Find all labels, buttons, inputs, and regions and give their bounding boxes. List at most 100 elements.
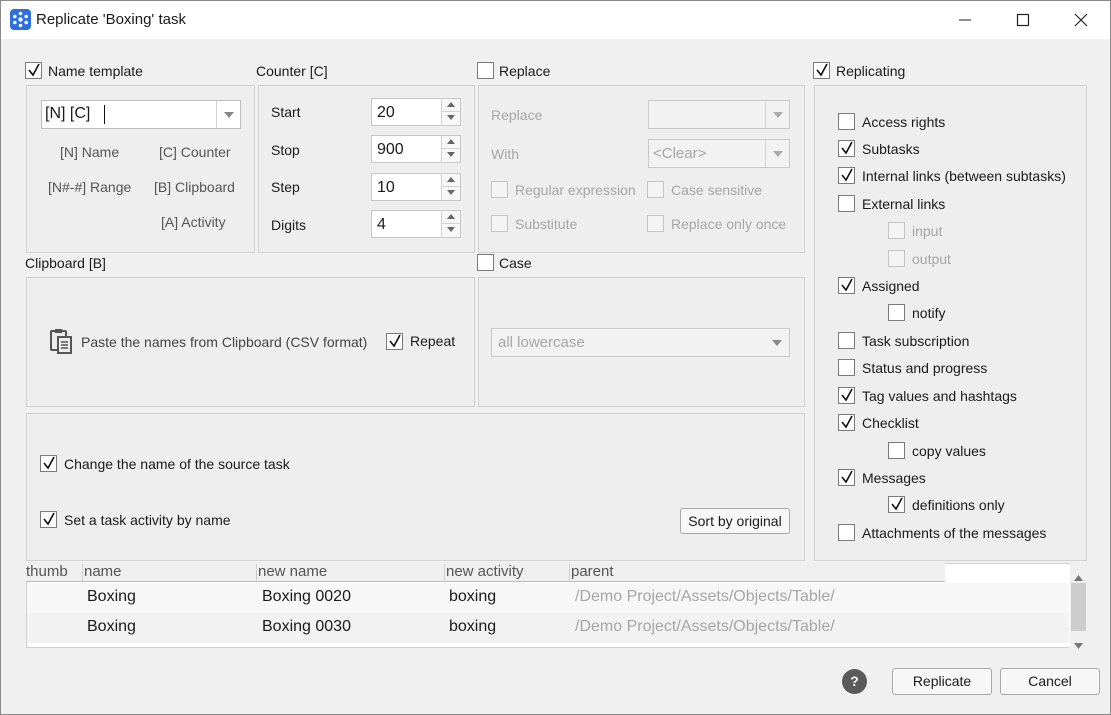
step-spinbox[interactable]: 10 [371,173,461,201]
column-header-new-name[interactable]: new name [258,563,327,582]
paste-clipboard-link[interactable]: Paste the names from Clipboard (CSV form… [81,334,367,350]
replace-dropdown[interactable] [765,101,789,128]
token-range[interactable]: [N#-#] Range [48,179,131,195]
replicating-item-checkbox[interactable] [838,469,855,486]
digits-value: 4 [377,216,386,233]
replicating-item-checkbox[interactable] [888,250,905,267]
scroll-up-icon[interactable] [1074,568,1083,584]
digits-spinbox[interactable]: 4 [371,210,461,238]
replicating-item-checkbox[interactable] [838,332,855,349]
replicating-item-checkbox[interactable] [888,304,905,321]
step-label: Step [271,179,300,195]
replicating-item-checkbox[interactable] [838,277,855,294]
start-spinbox[interactable]: 20 [371,98,461,126]
set-activity-checkbox[interactable] [40,511,57,528]
case-dropdown[interactable] [765,329,789,356]
replicating-item-checkbox[interactable] [838,359,855,376]
checkmark-icon [841,388,853,402]
replace-combo[interactable] [648,100,790,129]
replicating-item-checkbox[interactable] [888,222,905,239]
name-template-combo[interactable]: [N] [C] [41,100,241,129]
cancel-button[interactable]: Cancel [1000,668,1100,695]
name-template-checkbox[interactable] [25,62,42,79]
regex-checkbox[interactable] [491,181,508,198]
stop-increment[interactable] [442,136,460,149]
column-header-thumb[interactable]: thumb [26,563,68,582]
replicating-item-checkbox[interactable] [888,496,905,513]
table-row[interactable] [27,583,1069,613]
column-divider[interactable] [256,564,257,582]
chevron-down-icon [447,115,455,120]
with-combo[interactable]: <Clear> [648,139,790,168]
change-name-checkbox[interactable] [40,455,57,472]
repeat-checkbox[interactable] [386,333,403,350]
replicating-item-checkbox[interactable] [838,524,855,541]
digits-decrement[interactable] [442,224,460,237]
row-parent: /Demo Project/Assets/Objects/Table/ [575,618,835,635]
name-template-panel: [N] [C] [N] Name [C] Counter [N#-#] Rang… [26,85,255,253]
column-divider[interactable] [569,564,570,582]
token-counter[interactable]: [C] Counter [159,144,231,160]
stop-spinbox[interactable]: 900 [371,135,461,163]
replicating-item-checkbox[interactable] [838,195,855,212]
column-header-name[interactable]: name [84,563,122,582]
replicating-item-checkbox[interactable] [838,387,855,404]
minimize-button[interactable] [936,1,994,39]
table-scrollbar[interactable] [1070,563,1087,649]
text-cursor [104,105,105,124]
replace-once-checkbox[interactable] [647,215,664,232]
row-new-name: Boxing 0020 [262,588,351,605]
step-increment[interactable] [442,174,460,187]
sort-by-original-button[interactable]: Sort by original [680,508,790,534]
step-decrement[interactable] [442,187,460,200]
stop-label: Stop [271,142,300,158]
options-panel: Change the name of the source task Set a… [26,413,805,561]
replicating-item-label: Access rights [862,114,946,130]
digits-increment[interactable] [442,211,460,224]
token-name[interactable]: [N] Name [60,144,119,160]
replicating-item-checkbox[interactable] [838,167,855,184]
replicate-button[interactable]: Replicate [892,668,992,695]
checkmark-icon [891,497,903,511]
close-icon [1074,13,1088,27]
replicating-item-checkbox[interactable] [838,113,855,130]
replicating-item-label: definitions only [912,497,1005,513]
substitute-checkbox[interactable] [491,215,508,232]
token-clipboard[interactable]: [B] Clipboard [154,179,235,195]
replicating-item-label: notify [912,305,946,321]
with-dropdown[interactable] [765,140,789,167]
replace-once-label: Replace only once [671,216,787,232]
case-combo[interactable]: all lowercase [491,328,790,357]
stop-value: 900 [377,141,404,158]
column-divider[interactable] [82,564,83,582]
replicating-item-checkbox[interactable] [888,442,905,459]
case-checkbox[interactable] [477,254,494,271]
stop-decrement[interactable] [442,149,460,162]
help-button[interactable]: ? [842,669,867,694]
table-row[interactable] [27,613,1069,643]
scroll-down-icon[interactable] [1074,636,1083,652]
start-decrement[interactable] [442,112,460,125]
scroll-thumb[interactable] [1071,583,1086,631]
replace-checkbox[interactable] [477,62,494,79]
token-activity[interactable]: [A] Activity [161,214,226,230]
replicating-checkbox[interactable] [813,62,830,79]
case-value: all lowercase [498,334,585,351]
maximize-button[interactable] [994,1,1052,39]
case-sensitive-checkbox[interactable] [647,181,664,198]
replicating-item-checkbox[interactable] [838,414,855,431]
start-increment[interactable] [442,99,460,112]
close-button[interactable] [1052,1,1110,39]
column-header-new-activity[interactable]: new activity [446,563,524,582]
chevron-down-icon [447,152,455,157]
chevron-up-icon [447,139,455,144]
with-value: <Clear> [653,145,707,162]
checkmark-icon [841,168,853,182]
name-template-dropdown[interactable] [216,101,240,128]
replicating-item-checkbox[interactable] [838,140,855,157]
column-divider[interactable] [444,564,445,582]
digits-spin [441,211,460,237]
clipboard-icon[interactable] [48,328,74,357]
chevron-down-icon [772,340,782,346]
column-header-parent[interactable]: parent [571,563,614,582]
